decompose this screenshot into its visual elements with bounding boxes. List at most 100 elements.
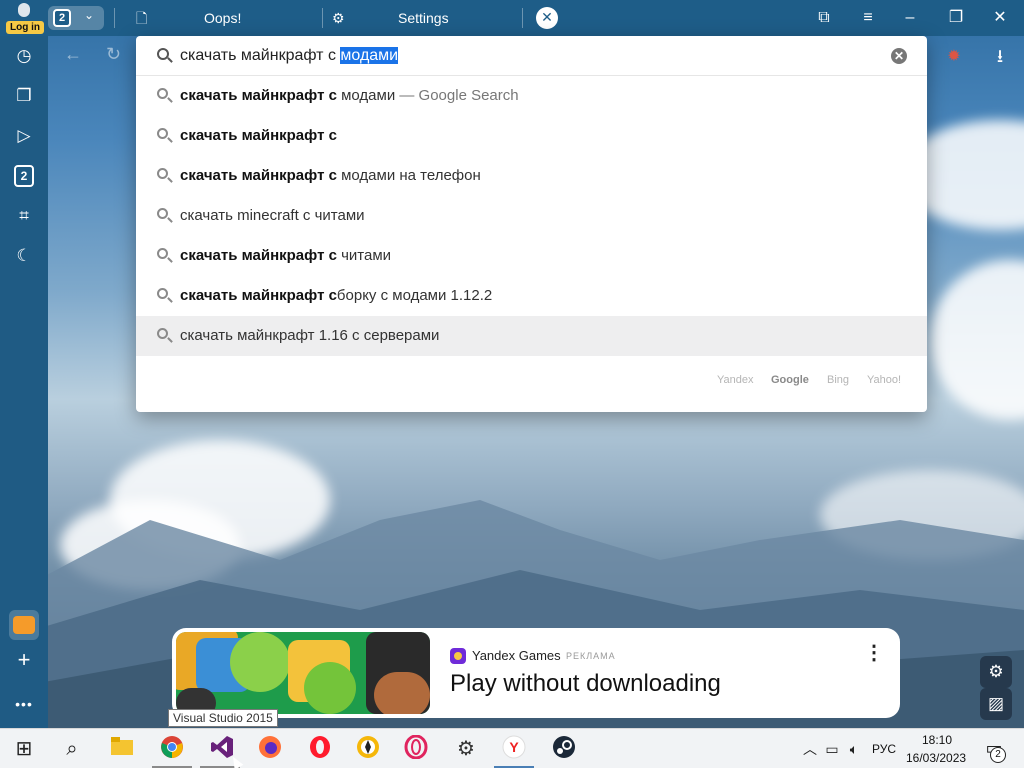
- sidebar: ◷ ❐ ▷ 2 ⌗ ☾ + •••: [0, 36, 48, 728]
- suggestion-rest: скачать майнкрафт 1.16 с серверами: [180, 327, 440, 344]
- kebab-menu-icon[interactable]: ⋮: [864, 642, 884, 666]
- svg-text:Y: Y: [509, 739, 519, 755]
- suggestion-rest: борку с модами 1.12.2: [336, 287, 493, 304]
- engine-bing[interactable]: Bing: [827, 374, 849, 386]
- user-icon: [18, 3, 30, 17]
- profile-avatar[interactable]: Log in: [4, 2, 44, 34]
- browser-titlebar: Log in 2 ⌄ 🗋 Oops! ⚙ Settings ✕ ⧉ ≡ – ❐ …: [0, 0, 1024, 36]
- screenshot-icon[interactable]: ⌗: [12, 204, 36, 228]
- document-icon: 🗋: [136, 10, 148, 26]
- file-explorer-icon[interactable]: [108, 735, 136, 763]
- tabs-counter-icon[interactable]: 2: [14, 165, 34, 187]
- tabs-count: 2: [53, 9, 71, 27]
- search-icon: [156, 87, 174, 105]
- engine-yahoo[interactable]: Yahoo!: [867, 374, 901, 386]
- tab-oops[interactable]: 🗋 Oops!: [122, 0, 322, 36]
- search-icon: [156, 167, 174, 185]
- suggestion-rest: читами: [336, 247, 392, 264]
- close-window-button[interactable]: ✕: [984, 0, 1016, 36]
- clock-time[interactable]: 18:10: [922, 733, 952, 747]
- gear-icon[interactable]: ⚙: [980, 656, 1012, 688]
- query-prefix: скачать майнкрафт с: [180, 47, 341, 64]
- tab-settings[interactable]: ⚙ Settings: [324, 0, 524, 36]
- search-icon: [156, 247, 174, 265]
- language-indicator[interactable]: РУС: [872, 742, 896, 756]
- suggestion-rest: скачать minecraft с читами: [180, 207, 365, 224]
- bookmarks-icon[interactable]: ⧉: [808, 0, 840, 36]
- opera-icon[interactable]: [306, 735, 334, 763]
- gallery-icon[interactable]: ▨: [980, 688, 1012, 720]
- settings-icon[interactable]: ⚙: [452, 735, 480, 763]
- browser-icon[interactable]: [354, 735, 382, 763]
- suggestion-item[interactable]: скачать майнкрафт с читами: [136, 236, 927, 276]
- omnibox-dropdown: скачать майнкрафт с модами ✕ скачать май…: [136, 36, 927, 412]
- search-icon: [156, 327, 174, 345]
- clock-date[interactable]: 16/03/2023: [906, 751, 966, 765]
- suggestion-text: скачать майнкрафт с: [180, 127, 337, 144]
- history-icon[interactable]: ◷: [12, 44, 36, 68]
- suggestion-tail: — Google Search: [395, 87, 519, 104]
- add-icon[interactable]: +: [12, 648, 36, 672]
- taskbar: ⊞ ⌕ ⚙ Y ︿ ▭ 🔈︎ РУС 18:10 16/03/2023 ▭ 2: [0, 728, 1024, 768]
- tooltip: Visual Studio 2015: [168, 709, 278, 727]
- clear-icon[interactable]: ✕: [891, 48, 907, 64]
- collections-icon[interactable]: ❐: [12, 84, 36, 108]
- search-icon[interactable]: ⌕: [58, 735, 86, 763]
- suggestion-text: скачать майнкрафт 1.16 с серверами: [180, 327, 439, 344]
- firefox-icon[interactable]: [256, 735, 284, 763]
- ad-tag: РЕКЛАМА: [566, 651, 616, 661]
- omnibox-input[interactable]: скачать майнкрафт с модами ✕: [136, 36, 927, 76]
- back-arrow-icon[interactable]: ←: [64, 44, 82, 65]
- mail-icon: [13, 616, 35, 634]
- suggestion-item[interactable]: скачать майнкрафт сборку с модами 1.12.2: [136, 276, 927, 316]
- close-tab-button[interactable]: ✕: [536, 7, 558, 29]
- suggestion-item[interactable]: скачать майнкрафт с модами на телефон: [136, 156, 927, 196]
- gear-icon: ⚙: [332, 10, 345, 26]
- tab-divider: [522, 8, 523, 28]
- more-icon[interactable]: •••: [12, 692, 36, 716]
- download-icon[interactable]: ⭳: [990, 44, 1010, 66]
- suggestion-bold: скачать майнкрафт с: [180, 287, 337, 304]
- suggestion-text: скачать майнкрафт с модами на телефон: [180, 167, 481, 184]
- reload-icon[interactable]: ↻: [106, 44, 121, 65]
- ad-headline: Play without downloading: [450, 670, 721, 697]
- engine-yandex[interactable]: Yandex: [717, 374, 754, 386]
- suggestion-bold: скачать майнкрафт с: [180, 87, 337, 104]
- play-icon[interactable]: ▷: [12, 124, 36, 148]
- volume-icon[interactable]: 🔈︎: [840, 735, 868, 763]
- windows-start-icon[interactable]: ⊞: [10, 735, 38, 763]
- chrome-icon[interactable]: [158, 735, 186, 763]
- search-icon: [156, 127, 174, 145]
- mail-button[interactable]: [9, 610, 39, 640]
- tabs-counter-button[interactable]: 2 ⌄: [48, 6, 104, 30]
- ad-banner[interactable]: Yandex Games РЕКЛАМА Play without downlo…: [172, 628, 900, 718]
- suggestion-text: скачать майнкрафт с модами — Google Sear…: [180, 87, 519, 104]
- steam-icon[interactable]: [550, 735, 578, 763]
- tab-divider: [114, 8, 115, 28]
- night-mode-icon[interactable]: ☾: [12, 244, 36, 268]
- tab-label: Oops!: [204, 10, 242, 26]
- suggestion-item[interactable]: скачать майнкрафт с модами — Google Sear…: [136, 76, 927, 116]
- suggestion-item[interactable]: скачать minecraft с читами: [136, 196, 927, 236]
- yandex-browser-icon[interactable]: Y: [500, 735, 528, 763]
- omnibox-query[interactable]: скачать майнкрафт с модами: [180, 47, 399, 65]
- suggestion-bold: скачать майнкрафт с: [180, 127, 337, 144]
- query-selected-text: модами: [340, 47, 399, 64]
- suggestion-rest: модами: [336, 87, 396, 104]
- suggestion-item-highlighted[interactable]: скачать майнкрафт 1.16 с серверами: [136, 316, 927, 356]
- tab-divider: [322, 8, 323, 28]
- suggestion-text: скачать minecraft с читами: [180, 207, 365, 224]
- minimize-button[interactable]: –: [894, 0, 926, 36]
- notification-count: 2: [990, 747, 1006, 763]
- extension-icon[interactable]: ✹: [944, 46, 964, 66]
- engine-google[interactable]: Google: [771, 374, 809, 386]
- suggestion-item[interactable]: скачать майнкрафт с: [136, 116, 927, 156]
- suggestion-text: скачать майнкрафт сборку с модами 1.12.2: [180, 287, 492, 304]
- opera-gx-icon[interactable]: [402, 734, 430, 763]
- suggestion-bold: скачать майнкрафт с: [180, 247, 337, 264]
- search-icon: [156, 207, 174, 225]
- restore-button[interactable]: ❐: [940, 0, 972, 36]
- login-label[interactable]: Log in: [6, 21, 44, 34]
- menu-icon[interactable]: ≡: [852, 0, 884, 36]
- chevron-down-icon: ⌄: [84, 8, 95, 22]
